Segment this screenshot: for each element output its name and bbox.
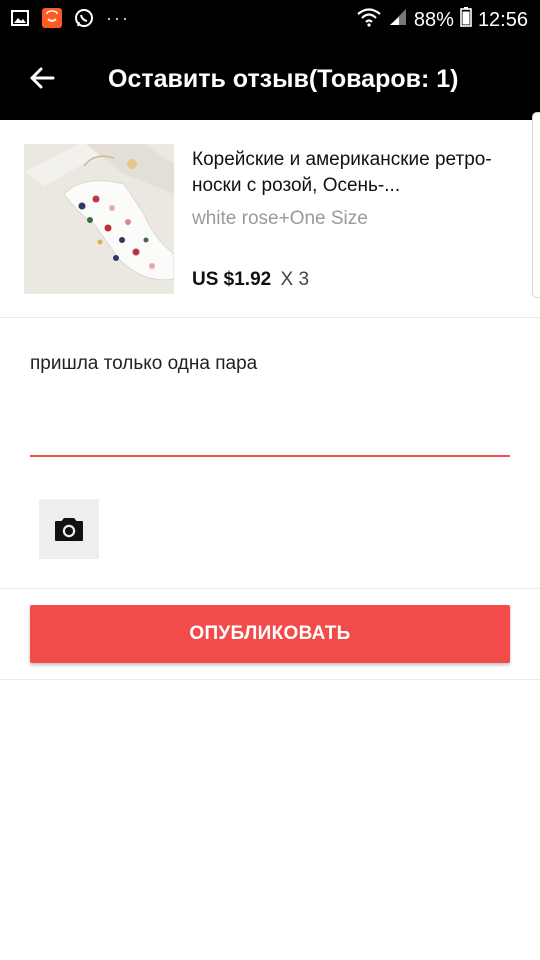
publish-button[interactable]: ОПУБЛИКОВАТЬ bbox=[30, 605, 510, 663]
product-card: Корейские и американские ретро-носки с р… bbox=[0, 120, 540, 318]
product-variant: white rose+One Size bbox=[192, 208, 368, 229]
product-quantity: X 3 bbox=[280, 269, 310, 290]
signal-icon bbox=[388, 7, 408, 33]
more-notifications-icon: ··· bbox=[106, 8, 130, 28]
product-price: US $1.92 bbox=[192, 269, 272, 290]
product-price-row: US $1.92 X 3 bbox=[192, 267, 309, 293]
publish-area: ОПУБЛИКОВАТЬ bbox=[0, 590, 540, 680]
battery-icon bbox=[460, 7, 472, 33]
whatsapp-notification-icon bbox=[74, 8, 94, 28]
page-title: Оставить отзыв(Товаров: 1) bbox=[108, 65, 459, 93]
app-bar: Оставить отзыв(Товаров: 1) bbox=[0, 38, 540, 120]
review-text-input[interactable]: пришла только одна пара bbox=[30, 351, 510, 457]
system-indicators: 88% 12:56 bbox=[356, 7, 528, 33]
status-bar: ··· 88% 12:56 bbox=[0, 0, 540, 38]
clock: 12:56 bbox=[477, 9, 528, 31]
battery-level: 88% bbox=[413, 9, 454, 31]
notification-icons: ··· bbox=[10, 8, 130, 28]
gallery-notification-icon bbox=[10, 8, 30, 28]
product-title[interactable]: Корейские и американские ретро-носки с р… bbox=[192, 147, 512, 199]
arrow-left-icon bbox=[30, 67, 55, 89]
add-photo-button[interactable] bbox=[39, 499, 99, 559]
wifi-icon bbox=[356, 7, 382, 33]
back-button[interactable] bbox=[26, 62, 58, 94]
review-section: пришла только одна пара bbox=[0, 319, 540, 589]
camera-icon bbox=[55, 518, 83, 541]
aliexpress-notification-icon bbox=[42, 8, 62, 28]
product-image[interactable] bbox=[24, 144, 174, 294]
